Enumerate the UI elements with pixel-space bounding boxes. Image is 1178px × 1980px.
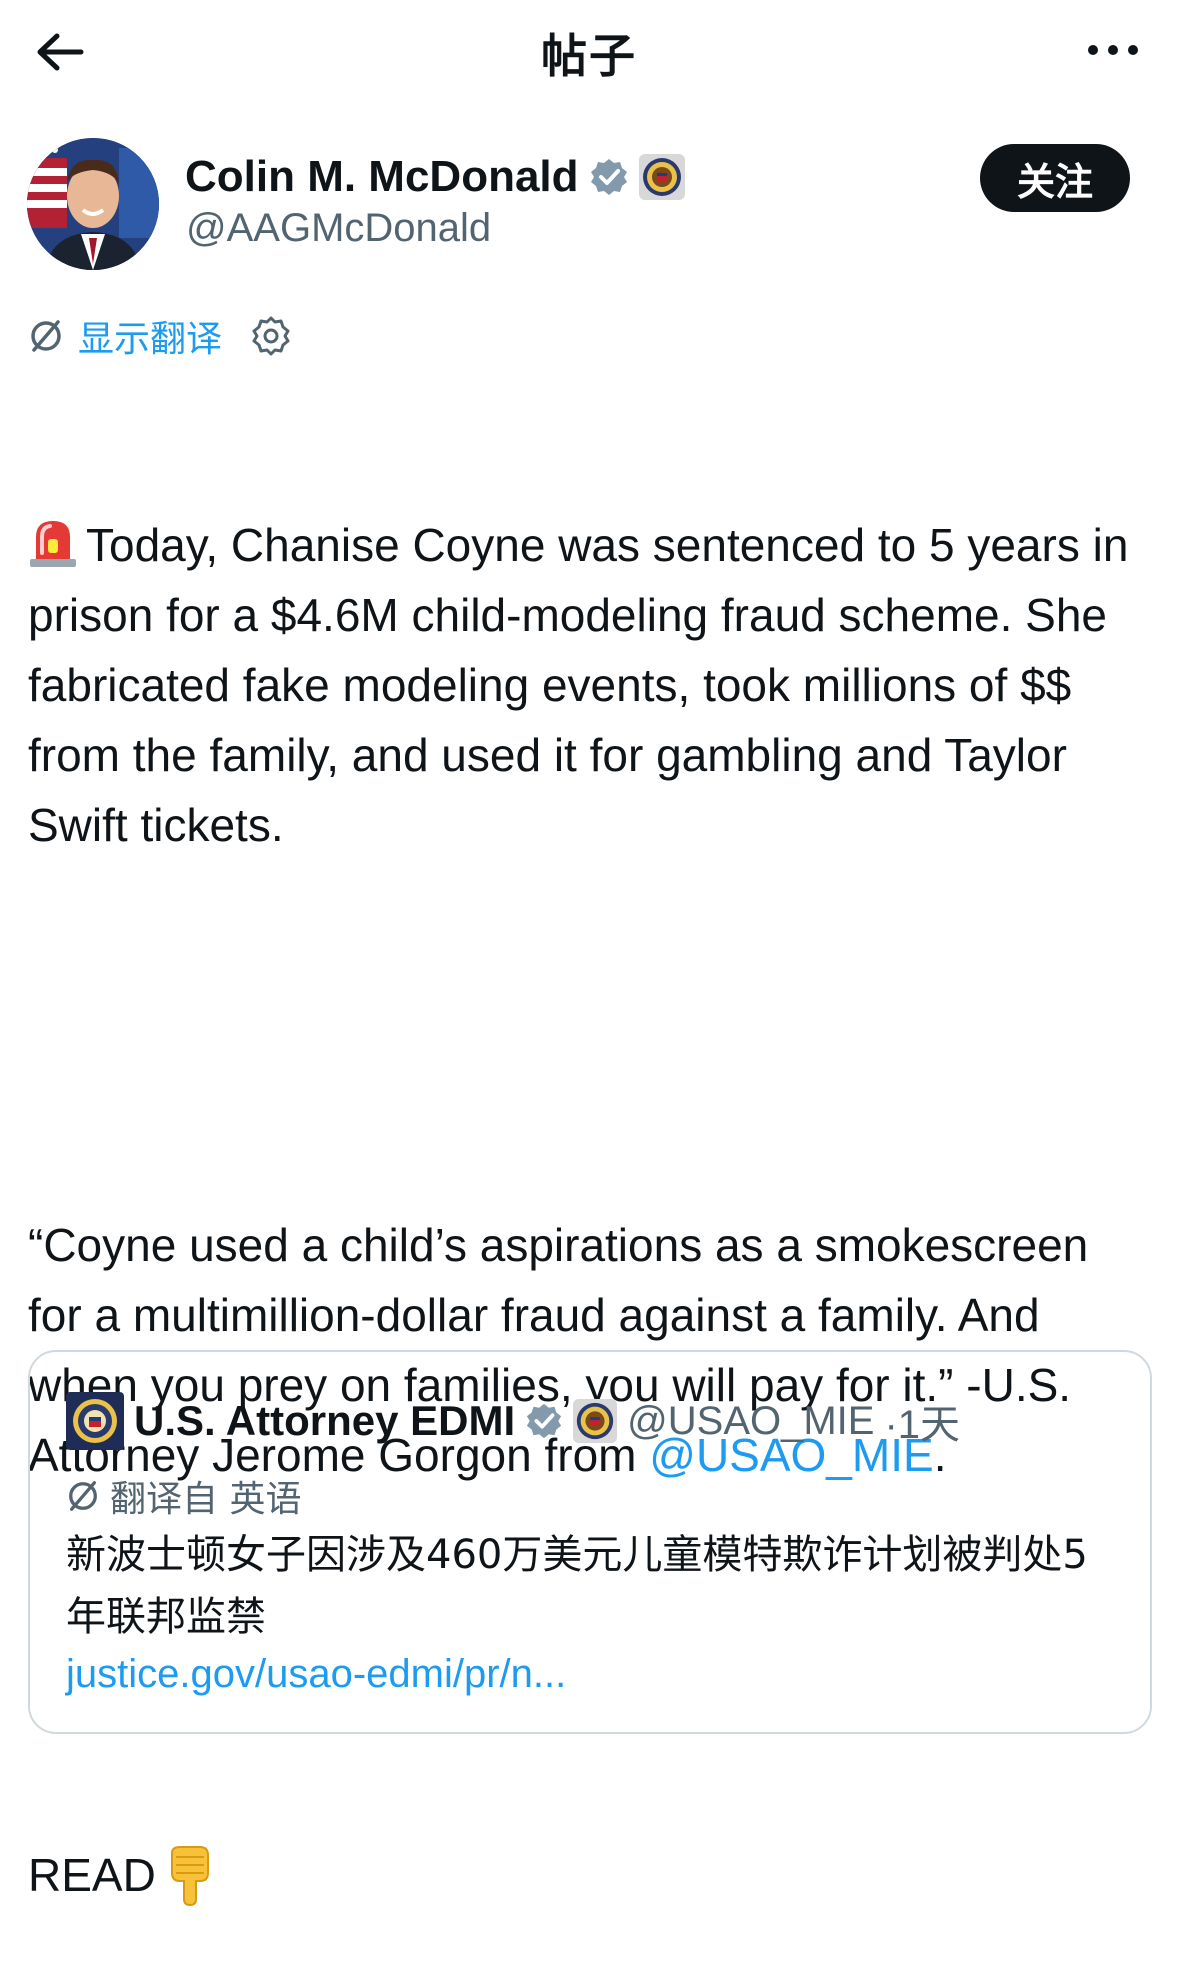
tweet-text-1: Today, Chanise Coyne was sentenced to 5 … <box>28 519 1142 851</box>
quoted-tweet-time: ·1天 <box>884 1403 961 1447</box>
translate-icon <box>69 1481 97 1511</box>
verified-badge-icon <box>590 159 627 195</box>
doj-seal-icon <box>573 1399 618 1443</box>
gear-icon[interactable] <box>250 315 292 357</box>
siren-emoji-icon <box>30 521 76 567</box>
page-title: 帖子 <box>541 29 637 83</box>
tweet-text-3: READ <box>28 1849 156 1901</box>
more-dot <box>1128 45 1138 55</box>
translate-row: 显示翻译 <box>28 310 292 362</box>
translated-from-label: 翻译自 英语 <box>110 1479 302 1520</box>
quoted-tweet-text: 新波士顿女子因涉及460万美元儿童模特欺诈计划被判处5年联邦监禁 <box>66 1532 1088 1640</box>
more-dot <box>1108 45 1118 55</box>
more-horizontal-icon <box>1088 45 1098 55</box>
author-handle[interactable]: @AAGMcDonald <box>186 206 491 251</box>
quoted-tweet-header: U.S. Attorney EDMI @USAO_MIE ·1天 <box>66 1392 960 1450</box>
tweet-paragraph-1: Today, Chanise Coyne was sentenced to 5 … <box>28 510 1148 860</box>
avatar-image <box>27 138 159 270</box>
quoted-translated-label-row: 翻译自 英语 <box>66 1470 301 1522</box>
translate-icon <box>31 320 61 352</box>
pointing-down-emoji-icon <box>170 1846 209 1907</box>
author-name: Colin M. McDonald <box>185 152 579 201</box>
quoted-tweet-card[interactable]: U.S. Attorney EDMI @USAO_MIE ·1天 翻译自 英语 … <box>28 1350 1152 1734</box>
top-bar: 帖子 <box>0 0 1178 100</box>
show-translation-link[interactable]: 显示翻译 <box>78 310 222 362</box>
usao-logo-icon <box>66 1392 124 1450</box>
more-options-button[interactable] <box>1078 30 1148 70</box>
doj-seal-icon <box>638 154 685 200</box>
tweet-paragraph-3: READ <box>28 1840 1148 1910</box>
quoted-author-name: U.S. Attorney EDMI <box>134 1397 516 1444</box>
author-name-row[interactable]: Colin M. McDonald <box>185 152 685 202</box>
author-avatar[interactable] <box>27 138 159 270</box>
follow-button[interactable]: 关注 <box>980 144 1130 212</box>
quoted-tweet-link[interactable]: justice.gov/usao-edmi/pr/n... <box>66 1652 566 1697</box>
tweet-body: Today, Chanise Coyne was sentenced to 5 … <box>28 370 1148 1980</box>
quoted-author-handle: @USAO_MIE <box>627 1398 875 1443</box>
verified-badge-icon <box>527 1403 562 1439</box>
tweet-spacer <box>28 1000 1148 1070</box>
